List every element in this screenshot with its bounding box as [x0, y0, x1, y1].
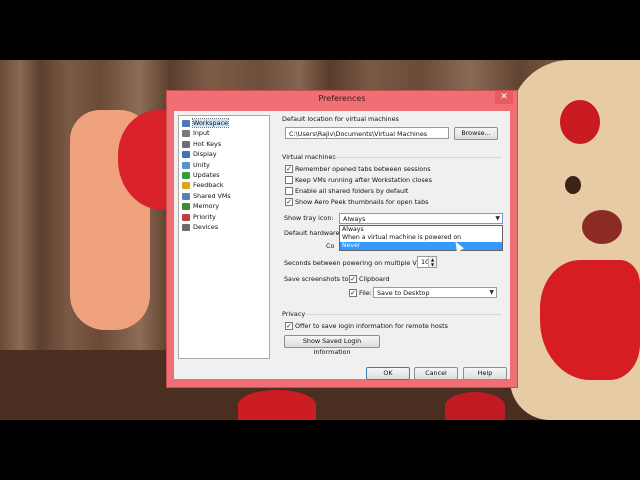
enable-shared-folders-label: Enable all shared folders by default	[295, 187, 409, 195]
default-location-group-title: Default location for virtual machines	[282, 115, 399, 123]
devices-icon	[182, 223, 190, 231]
dialog-title: Preferences	[318, 94, 366, 103]
memory-icon	[182, 203, 190, 211]
close-button[interactable]: ✕	[495, 91, 513, 104]
show-saved-login-button[interactable]: Show Saved Login Information	[284, 335, 380, 356]
wallpaper-bear-eye	[565, 176, 581, 194]
tray-icon-select[interactable]: Always ▼	[339, 213, 503, 224]
chevron-down-icon: ▼	[495, 215, 500, 222]
clipboard-checkbox[interactable]: ✓	[349, 275, 357, 283]
nav-item-label: Display	[193, 150, 217, 159]
wallpaper-bear-bow	[540, 260, 640, 380]
aero-peek-label: Show Aero Peek thumbnails for open tabs	[295, 198, 429, 206]
input-icon	[182, 130, 190, 138]
unity-icon	[182, 161, 190, 169]
file-destination-value: Save to Desktop	[377, 289, 430, 297]
nav-item-label: Feedback	[193, 181, 224, 190]
help-button[interactable]: Help	[463, 367, 507, 380]
shared-vms-icon	[182, 192, 190, 200]
virtual-machines-group-title: Virtual machines	[282, 153, 336, 161]
nav-item-memory[interactable]: Memory	[179, 201, 269, 211]
priority-icon	[182, 213, 190, 221]
offer-save-login-label: Offer to save login information for remo…	[295, 322, 448, 330]
nav-item-label: Unity	[193, 160, 210, 169]
cancel-button[interactable]: Cancel	[414, 367, 458, 380]
default-hardware-label: Default hardware	[284, 229, 340, 237]
privacy-group-line	[306, 314, 502, 315]
nav-item-label: Shared VMs	[193, 191, 231, 200]
tray-icon-select-value: Always	[343, 215, 366, 223]
display-icon	[182, 151, 190, 159]
nav-item-priority[interactable]: Priority	[179, 212, 269, 222]
nav-item-input[interactable]: Input	[179, 128, 269, 138]
nav-item-label: Hot Keys	[193, 139, 222, 148]
dialog-titlebar[interactable]: Preferences ✕	[167, 91, 517, 109]
updates-icon	[182, 171, 190, 179]
nav-item-feedback[interactable]: Feedback	[179, 180, 269, 190]
save-screenshots-label: Save screenshots to:	[284, 275, 351, 283]
show-tray-icon-label: Show tray icon:	[284, 214, 334, 222]
nav-item-workspace[interactable]: Workspace	[179, 118, 269, 128]
nav-item-shared-vms[interactable]: Shared VMs	[179, 191, 269, 201]
nav-item-label: Devices	[193, 222, 219, 231]
virtual-machines-group-line	[332, 157, 502, 158]
aero-peek-checkbox[interactable]: ✓	[285, 198, 293, 206]
offer-save-login-checkbox[interactable]: ✓	[285, 322, 293, 330]
letterbox-top	[0, 0, 640, 60]
nav-item-label: Priority	[193, 212, 216, 221]
clipboard-label: Clipboard	[359, 275, 390, 283]
keep-vms-running-checkbox[interactable]	[285, 176, 293, 184]
privacy-group-title: Privacy	[282, 310, 306, 318]
ok-button[interactable]: OK	[366, 367, 410, 380]
hot-keys-icon	[182, 140, 190, 148]
wallpaper-yarn-ball-2	[445, 392, 505, 420]
wallpaper-bear-nose	[582, 210, 622, 244]
preferences-dialog: Preferences ✕ Workspace Input Hot Keys Disp…	[166, 90, 518, 388]
nav-item-hot-keys[interactable]: Hot Keys	[179, 139, 269, 149]
seconds-between-label: Seconds between powering on multiple VMs…	[284, 259, 428, 267]
feedback-icon	[182, 182, 190, 190]
file-checkbox[interactable]: ✓	[349, 289, 357, 297]
nav-item-label: Updates	[193, 170, 220, 179]
compatibility-partial-label: Co	[326, 242, 335, 250]
keep-vms-running-label: Keep VMs running after Workstation close…	[295, 176, 432, 184]
wallpaper-bear-heart	[560, 100, 600, 144]
wallpaper-yarn-ball	[238, 390, 316, 420]
nav-item-label: Input	[193, 129, 210, 138]
nav-item-label: Workspace	[192, 118, 229, 128]
remember-tabs-checkbox[interactable]: ✓	[285, 165, 293, 173]
workspace-icon	[182, 120, 190, 127]
tray-option-when-a-virtual-machine-is-powered-on[interactable]: When a virtual machine is powered on	[340, 234, 502, 242]
seconds-spinner[interactable]: 10 ▲ ▼	[417, 256, 437, 268]
nav-item-unity[interactable]: Unity	[179, 160, 269, 170]
browse-button[interactable]: Browse...	[454, 127, 498, 140]
letterbox-bottom	[0, 420, 640, 480]
tray-option-always[interactable]: Always	[340, 226, 502, 234]
dialog-client-area: Workspace Input Hot Keys Display Unity Update…	[174, 111, 510, 380]
tray-option-never[interactable]: Never	[340, 242, 502, 250]
file-destination-select[interactable]: Save to Desktop ▼	[373, 287, 497, 298]
tray-icon-dropdown-list: Always When a virtual machine is powered …	[339, 225, 503, 251]
nav-item-label: Memory	[193, 202, 219, 211]
default-location-path-input[interactable]: C:\Users\Rajiv\Documents\Virtual Machine…	[285, 127, 449, 139]
remember-tabs-label: Remember opened tabs between sessions	[295, 165, 431, 173]
nav-item-devices[interactable]: Devices	[179, 222, 269, 232]
spinner-arrows-icon[interactable]: ▲ ▼	[428, 257, 436, 267]
preferences-nav-tree: Workspace Input Hot Keys Display Unity Update…	[178, 115, 270, 359]
nav-item-display[interactable]: Display	[179, 149, 269, 159]
nav-item-updates[interactable]: Updates	[179, 170, 269, 180]
file-label: File:	[359, 289, 372, 297]
enable-shared-folders-checkbox[interactable]	[285, 187, 293, 195]
chevron-down-icon: ▼	[489, 289, 494, 296]
